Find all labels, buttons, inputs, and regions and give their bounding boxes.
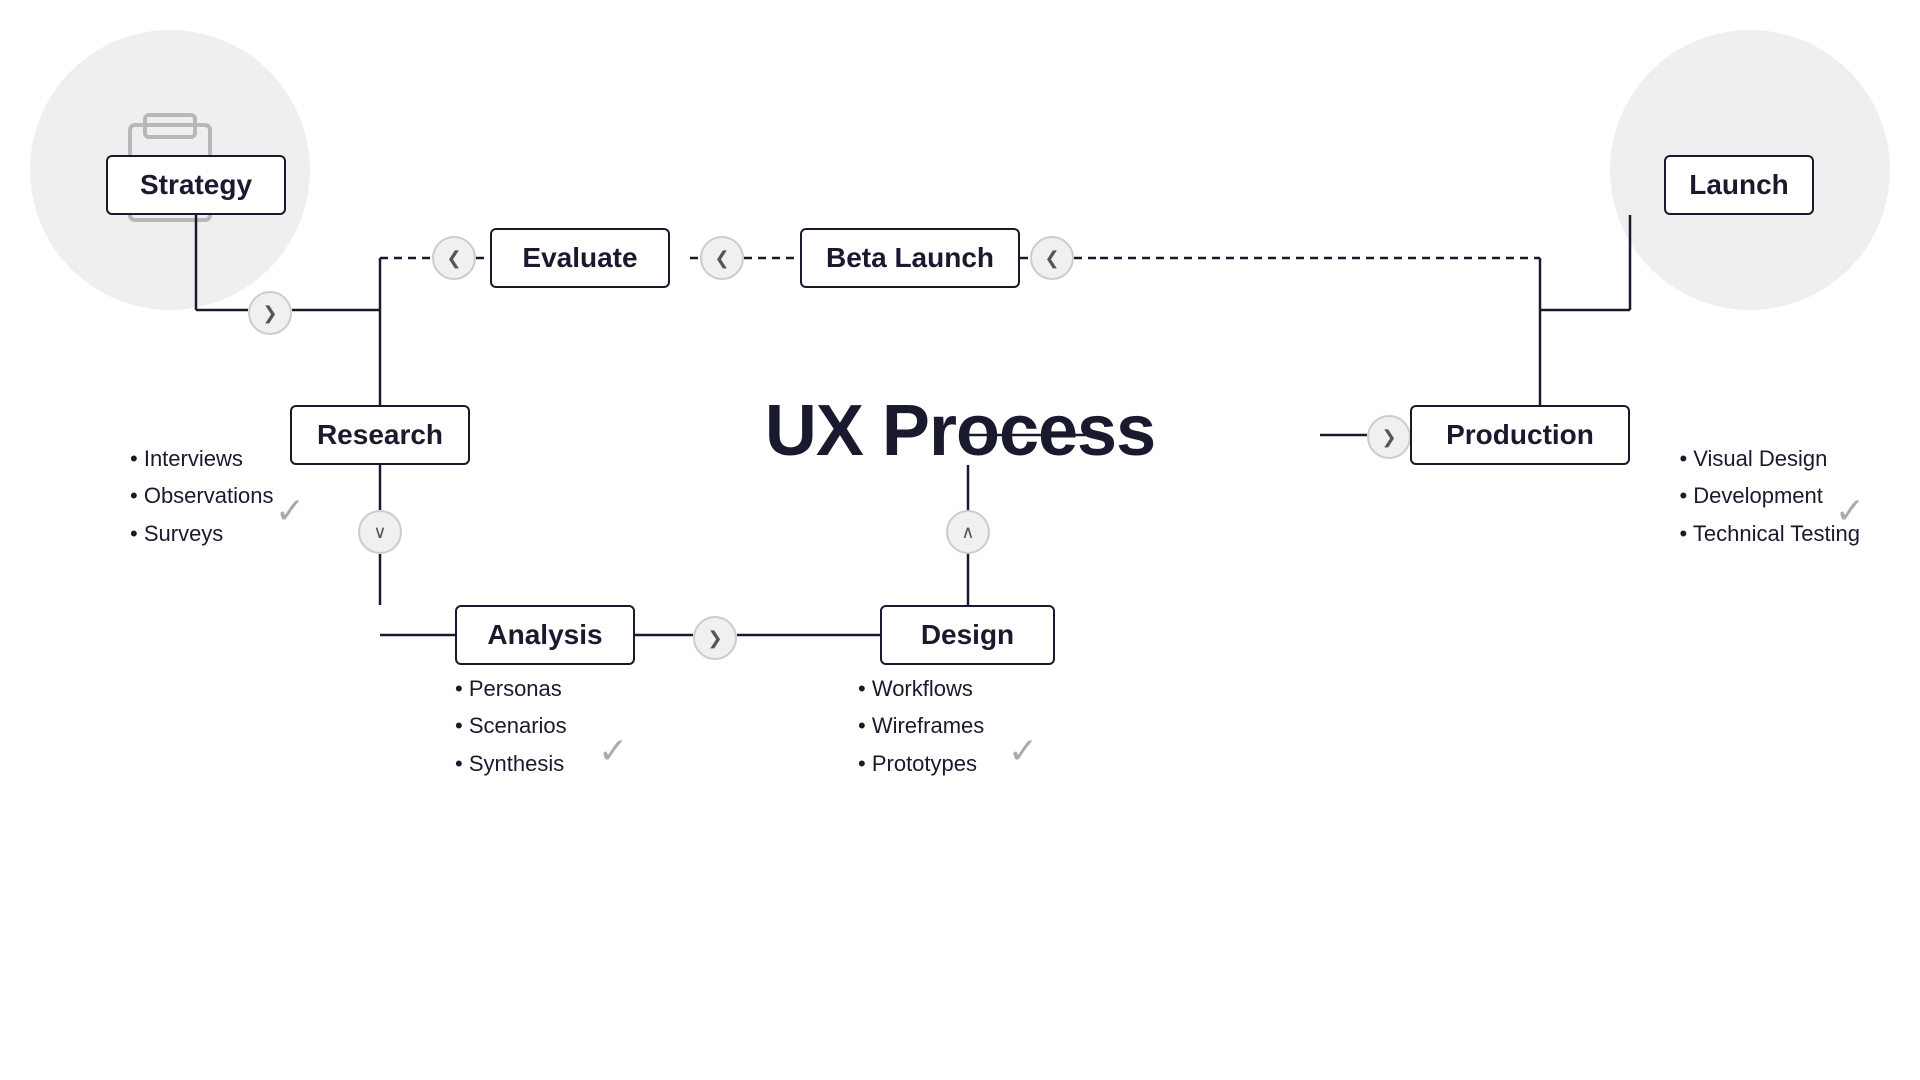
arrow-right-production: ❯ (1367, 415, 1411, 459)
arrow-left-evaluate-1: ❮ (432, 236, 476, 280)
node-evaluate: Evaluate (490, 228, 670, 288)
arrow-right-strategy: ❯ (248, 291, 292, 335)
analysis-checkmark: ✓ (598, 730, 628, 772)
analysis-label: Analysis (487, 619, 602, 651)
node-design: Design (880, 605, 1055, 665)
arrow-left-evaluate-2: ❮ (1030, 236, 1074, 280)
research-list: Interviews Observations Surveys (130, 440, 273, 552)
production-checkmark: ✓ (1835, 490, 1865, 532)
production-label: Production (1446, 419, 1594, 451)
research-checkmark: ✓ (275, 490, 305, 532)
design-list: Workflows Wireframes Prototypes (858, 670, 984, 782)
node-beta-launch: Beta Launch (800, 228, 1020, 288)
strategy-label: Strategy (140, 169, 252, 201)
node-production: Production (1410, 405, 1630, 465)
diagram-container: Strategy Launch ❯ ∨ ❯ ∧ ❯ ❮ ❮ ❮ Evaluate… (0, 0, 1920, 1080)
production-item-1: Visual Design (1679, 440, 1860, 477)
analysis-item-1: Personas (455, 670, 567, 707)
arrow-up-design: ∧ (946, 510, 990, 554)
evaluate-label: Evaluate (522, 242, 637, 274)
analysis-item-3: Synthesis (455, 745, 567, 782)
production-item-3: Technical Testing (1679, 515, 1860, 552)
research-item-3: Surveys (130, 515, 273, 552)
node-launch: Launch (1664, 155, 1814, 215)
production-list: Visual Design Development Technical Test… (1679, 440, 1860, 552)
research-label: Research (317, 419, 443, 451)
node-analysis: Analysis (455, 605, 635, 665)
research-item-1: Interviews (130, 440, 273, 477)
arrow-right-analysis: ❯ (693, 616, 737, 660)
node-strategy: Strategy (106, 155, 286, 215)
beta-launch-label: Beta Launch (826, 242, 994, 274)
design-label: Design (921, 619, 1014, 651)
production-item-2: Development (1679, 477, 1860, 514)
design-item-2: Wireframes (858, 707, 984, 744)
arrow-down-research: ∨ (358, 510, 402, 554)
analysis-list: Personas Scenarios Synthesis (455, 670, 567, 782)
design-item-3: Prototypes (858, 745, 984, 782)
node-research: Research (290, 405, 470, 465)
design-item-1: Workflows (858, 670, 984, 707)
launch-label: Launch (1689, 169, 1789, 201)
design-checkmark: ✓ (1008, 730, 1038, 772)
analysis-item-2: Scenarios (455, 707, 567, 744)
arrow-left-beta: ❮ (700, 236, 744, 280)
research-item-2: Observations (130, 477, 273, 514)
